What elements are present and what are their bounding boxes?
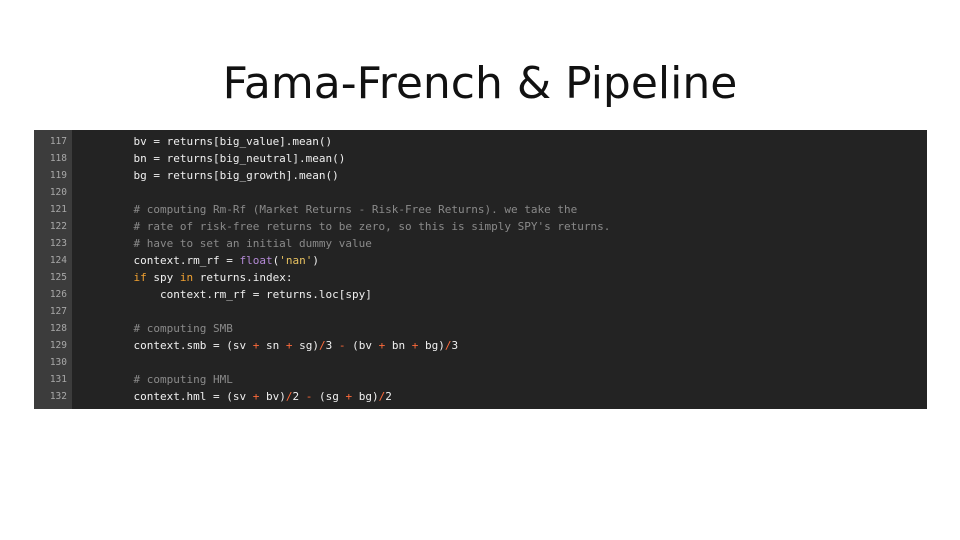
- code-line: 124 context.rm_rf = float('nan'): [34, 252, 927, 269]
- code-line: 125 if spy in returns.index:: [34, 269, 927, 286]
- code-text: bg = returns[big_growth].mean(): [107, 169, 339, 182]
- code-text: context.rm_rf = returns.loc[spy]: [107, 288, 372, 301]
- code-line: 130: [34, 354, 927, 371]
- code-line: 126 context.rm_rf = returns.loc[spy]: [34, 286, 927, 303]
- line-number: 126: [49, 289, 67, 300]
- code-text: # have to set an initial dummy value: [107, 237, 372, 250]
- line-number: 118: [49, 153, 67, 164]
- code-editor[interactable]: 117 bv = returns[big_value].mean() 118 bn…: [34, 130, 927, 409]
- code-line: 118 bn = returns[big_neutral].mean(): [34, 150, 927, 167]
- line-number: 129: [49, 340, 67, 351]
- code-text: # computing HML: [107, 373, 233, 386]
- code-line: 122 # rate of risk-free returns to be ze…: [34, 218, 927, 235]
- code-text: # computing Rm-Rf (Market Returns - Risk…: [107, 203, 578, 216]
- code-line: 117 bv = returns[big_value].mean(): [34, 133, 927, 150]
- line-number: 120: [49, 187, 67, 198]
- line-number: 121: [49, 204, 67, 215]
- code-text: context.smb = (sv + sn + sg)/3 - (bv + b…: [107, 339, 459, 352]
- code-line: 119 bg = returns[big_growth].mean(): [34, 167, 927, 184]
- code-text: bv = returns[big_value].mean(): [107, 135, 333, 148]
- line-number: 133: [34, 405, 67, 409]
- line-number: 128: [49, 323, 67, 334]
- line-number: 123: [49, 238, 67, 249]
- code-line: 120: [34, 184, 927, 201]
- code-line: 131 # computing HML: [34, 371, 927, 388]
- slide-title: Fama-French & Pipeline: [222, 58, 738, 109]
- line-number: 125: [49, 272, 67, 283]
- code-text: context.rm_rf = float('nan'): [107, 254, 319, 267]
- code-lines: 117 bv = returns[big_value].mean() 118 bn…: [34, 133, 927, 409]
- line-number: 122: [49, 221, 67, 232]
- code-line: 127: [34, 303, 927, 320]
- code-text: # computing SMB: [107, 322, 233, 335]
- line-number: 130: [49, 357, 67, 368]
- code-line: 133: [34, 405, 927, 409]
- code-line: 121 # computing Rm-Rf (Market Returns - …: [34, 201, 927, 218]
- code-line: 128 # computing SMB: [34, 320, 927, 337]
- line-number: 117: [49, 136, 67, 147]
- code-text: if spy in returns.index:: [133, 271, 293, 284]
- code-text: bn = returns[big_neutral].mean(): [107, 152, 346, 165]
- line-number: 127: [49, 306, 67, 317]
- line-number: 119: [49, 170, 67, 181]
- line-number: 132: [49, 391, 67, 402]
- code-text: # rate of risk-free returns to be zero, …: [107, 220, 611, 233]
- line-number: 124: [49, 255, 67, 266]
- line-number: 131: [49, 374, 67, 385]
- code-line: 132 context.hml = (sv + bv)/2 - (sg + bg…: [34, 388, 927, 405]
- code-line: 129 context.smb = (sv + sn + sg)/3 - (bv…: [34, 337, 927, 354]
- code-text: context.hml = (sv + bv)/2 - (sg + bg)/2: [107, 390, 392, 403]
- code-line: 123 # have to set an initial dummy value: [34, 235, 927, 252]
